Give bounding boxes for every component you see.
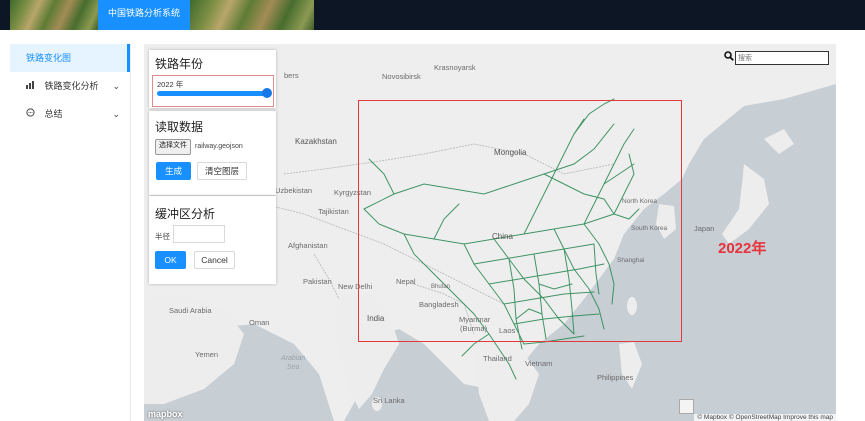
radius-input[interactable] bbox=[173, 225, 225, 243]
map-label: Oman bbox=[249, 318, 270, 327]
map-label: Saudi Arabia bbox=[169, 306, 212, 315]
sidebar-item-summary[interactable]: 总结 ⌄ bbox=[10, 100, 130, 128]
message-icon bbox=[26, 100, 38, 128]
sidebar-item-railway-analysis[interactable]: 铁路变化分析 ⌄ bbox=[10, 72, 130, 100]
bar-chart-icon bbox=[26, 72, 38, 100]
data-panel: 读取数据 选择文件 railway.geojson 生成 清空图层 bbox=[149, 111, 276, 195]
sidebar: 铁路变化图 铁路变化分析 ⌄ 总结 ⌄ bbox=[10, 44, 131, 421]
generate-button[interactable]: 生成 bbox=[156, 162, 191, 180]
app-header: 中国铁路分析系统 bbox=[0, 0, 865, 30]
mapbox-logo[interactable]: mapbox bbox=[148, 409, 183, 419]
map-label: Tajikistan bbox=[318, 207, 349, 216]
map-label: Krasnoyarsk bbox=[434, 63, 476, 72]
map-label: Vietnam bbox=[525, 359, 553, 368]
cancel-button[interactable]: Cancel bbox=[194, 251, 235, 269]
file-name: railway.geojson bbox=[195, 143, 243, 150]
map-label: Pakistan bbox=[303, 277, 332, 286]
sidebar-item-label: 铁路变化分析 bbox=[44, 81, 99, 91]
year-slider-box: 2022 年 bbox=[152, 75, 274, 107]
map-label: Kazakhstan bbox=[295, 137, 337, 146]
year-overlay: 2022年 bbox=[718, 240, 767, 257]
map-label: bers bbox=[284, 71, 299, 80]
map-label: Philippines bbox=[597, 373, 634, 382]
chevron-down-icon: ⌄ bbox=[112, 109, 120, 119]
radius-label: 半径 bbox=[155, 232, 170, 241]
map-label: Sri Lanka bbox=[373, 396, 405, 405]
map-info-toggle[interactable] bbox=[679, 399, 694, 414]
year-slider-track[interactable] bbox=[157, 91, 266, 96]
sidebar-item-label: 总结 bbox=[44, 109, 63, 119]
choose-file-button[interactable]: 选择文件 bbox=[155, 139, 191, 155]
ok-button[interactable]: OK bbox=[155, 251, 186, 269]
map-label: Sea bbox=[287, 364, 300, 371]
year-slider-handle[interactable] bbox=[262, 88, 272, 98]
map-label: Afghanistan bbox=[288, 241, 328, 250]
clear-layers-button[interactable]: 清空图层 bbox=[197, 162, 247, 180]
map-label: Yemen bbox=[195, 350, 219, 359]
map-label: Thailand bbox=[483, 354, 512, 363]
search-icon[interactable] bbox=[724, 51, 734, 61]
map-label: Japan bbox=[694, 224, 715, 233]
china-highlight-box bbox=[358, 100, 682, 342]
panel-title: 铁路年份 bbox=[155, 57, 204, 71]
map-label: Arabian bbox=[281, 355, 306, 362]
buffer-panel: 缓冲区分析 半径 OK Cancel bbox=[149, 196, 276, 284]
slider-value-label: 2022 年 bbox=[157, 80, 184, 89]
sidebar-item-railway-map[interactable]: 铁路变化图 bbox=[10, 44, 130, 72]
map-label: Novosibirsk bbox=[382, 72, 421, 81]
map-label: Uzbekistan bbox=[275, 186, 313, 195]
header-terrain-image bbox=[190, 0, 314, 30]
panel-title: 读取数据 bbox=[155, 120, 204, 134]
year-panel: 铁路年份 2022 年 bbox=[149, 50, 276, 108]
panel-title: 缓冲区分析 bbox=[155, 207, 216, 221]
search-input[interactable] bbox=[735, 51, 829, 65]
sidebar-item-label: 铁路变化图 bbox=[26, 53, 72, 63]
chevron-down-icon: ⌄ bbox=[112, 81, 120, 91]
map-attribution[interactable]: © Mapbox © OpenStreetMap Improve this ma… bbox=[694, 414, 836, 421]
app-title[interactable]: 中国铁路分析系统 bbox=[98, 0, 190, 30]
header-terrain-image bbox=[10, 0, 98, 30]
